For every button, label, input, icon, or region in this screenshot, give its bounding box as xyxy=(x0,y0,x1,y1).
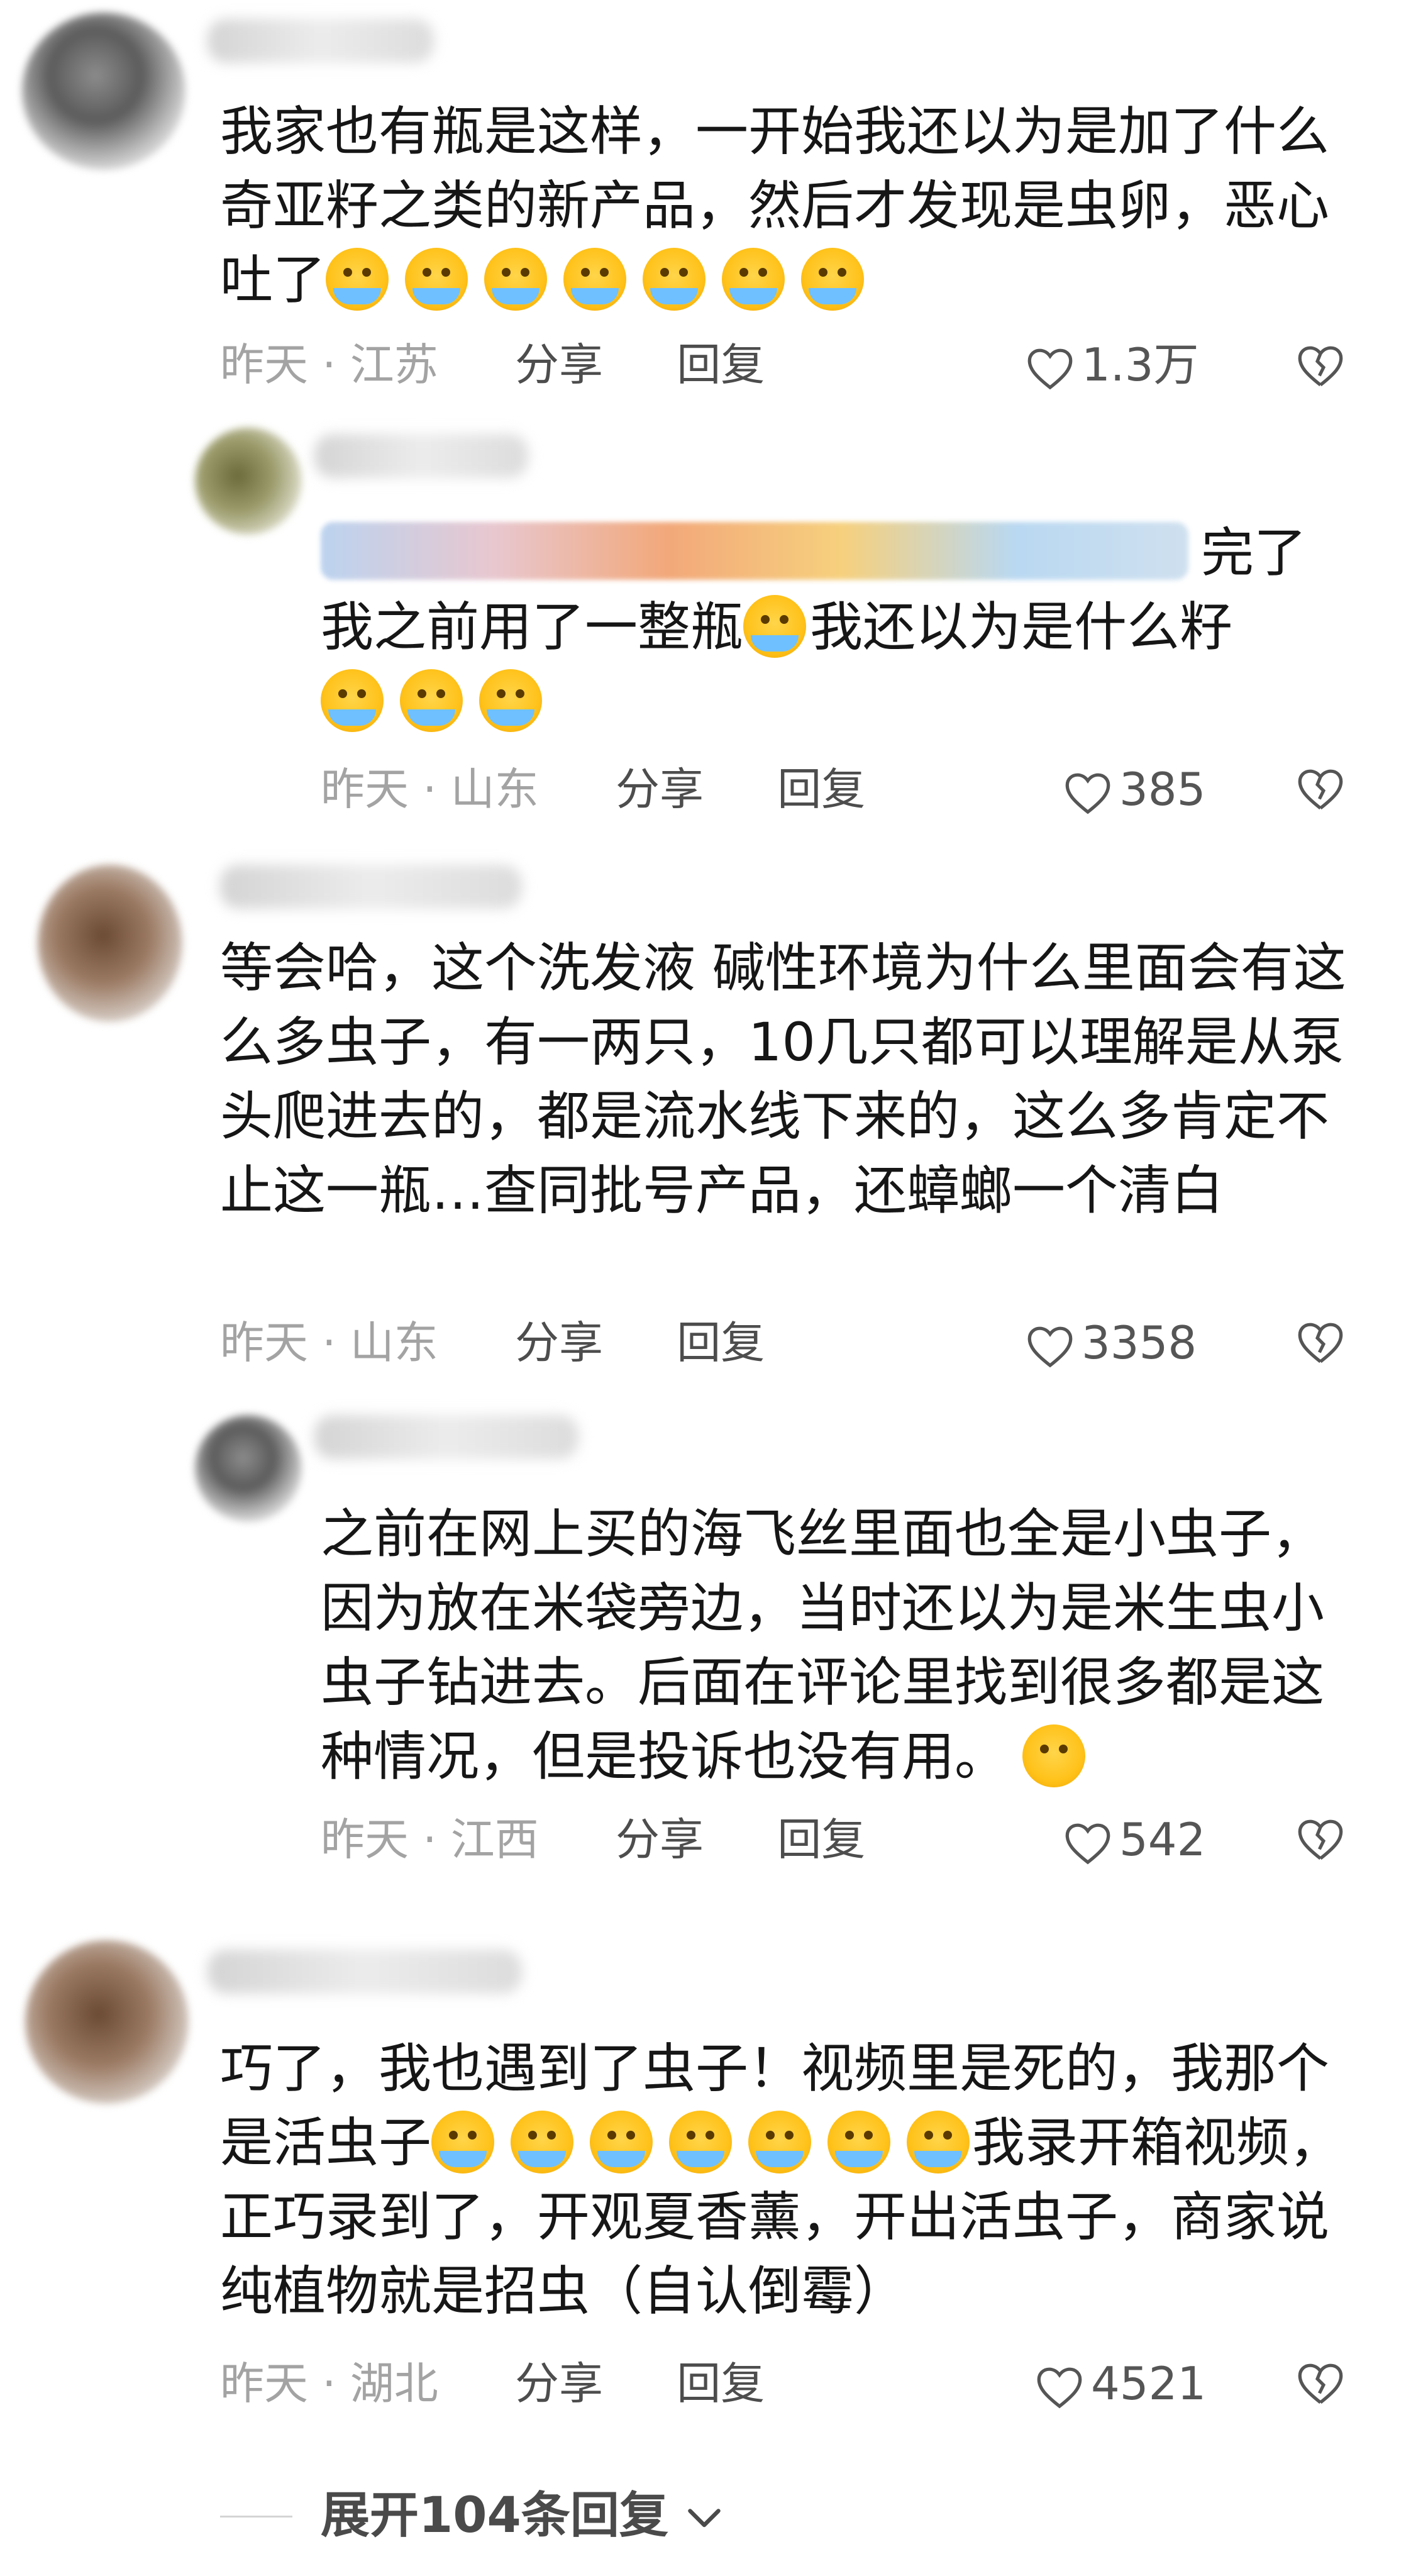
dislike-icon[interactable] xyxy=(1295,343,1346,388)
like-count: 385 xyxy=(1119,763,1206,816)
time-location: 昨天 · 山东 xyxy=(220,1317,438,1368)
comment-text: 巧了，我也遇到了虫子！视频里是死的，我那个是活虫子 我录开箱视频，正巧录到了，开观… xyxy=(220,2031,1377,2328)
crying-emoji-icon xyxy=(484,248,548,311)
crying-emoji-icon xyxy=(907,2111,970,2174)
time-location: 昨天 · 江苏 xyxy=(220,339,438,391)
avatar[interactable] xyxy=(25,1940,189,2104)
username-blurred[interactable] xyxy=(208,1950,522,1994)
crying-emoji-icon xyxy=(722,248,785,311)
comment-meta: 昨天 · 山东 分享 回复 xyxy=(321,761,865,818)
crying-emoji-icon xyxy=(827,2111,891,2174)
dislike-icon[interactable] xyxy=(1295,2360,1346,2406)
heart-icon xyxy=(1065,1824,1110,1865)
crying-emoji-icon xyxy=(669,2111,733,2174)
mention-suffix: 完了 xyxy=(1201,522,1307,584)
comment-text-content: 我之前用了一整瓶 xyxy=(321,596,744,658)
like-button[interactable]: 1.3万 xyxy=(1025,336,1199,393)
comment-text: 等会哈，这个洗发液 碱性环境为什么里面会有这么多虫子，有一两只，10几只都可以理… xyxy=(220,931,1371,1228)
comment-text: 完了 我之前用了一整瓶 我还以为是什么籽 xyxy=(321,516,1327,738)
dislike-icon[interactable] xyxy=(1295,1816,1346,1862)
comment-meta: 昨天 · 江西 分享 回复 xyxy=(321,1811,865,1868)
like-button[interactable]: 3358 xyxy=(1025,1314,1197,1371)
crying-emoji-icon xyxy=(400,669,463,732)
crying-emoji-icon xyxy=(511,2111,574,2174)
reply-button[interactable]: 回复 xyxy=(677,2358,765,2409)
heart-icon xyxy=(1065,774,1110,814)
time-location: 昨天 · 江西 xyxy=(321,1814,539,1865)
like-count: 4521 xyxy=(1091,2357,1207,2410)
dislike-icon[interactable] xyxy=(1295,766,1346,811)
chevron-down-icon xyxy=(688,2508,721,2527)
like-button[interactable]: 542 xyxy=(1063,1811,1205,1868)
crying-emoji-icon xyxy=(563,248,627,311)
like-button[interactable]: 4521 xyxy=(1034,2355,1206,2412)
share-button[interactable]: 分享 xyxy=(515,1317,603,1368)
reply-button[interactable]: 回复 xyxy=(777,763,865,815)
crying-emoji-icon xyxy=(743,595,807,658)
reply-button[interactable]: 回复 xyxy=(677,339,765,391)
avatar[interactable] xyxy=(195,1415,302,1522)
like-count: 542 xyxy=(1119,1813,1206,1866)
expand-divider xyxy=(220,2516,292,2518)
comment-meta: 昨天 · 湖北 分享 回复 xyxy=(220,2355,765,2412)
crying-emoji-icon xyxy=(801,248,865,311)
time-location: 昨天 · 山东 xyxy=(321,763,539,815)
crying-emoji-icon xyxy=(748,2111,812,2174)
pleading-emoji-icon xyxy=(1022,1724,1086,1787)
heart-icon xyxy=(1037,2368,1082,2409)
crying-emoji-icon xyxy=(321,669,384,732)
username-blurred[interactable] xyxy=(314,434,528,478)
share-button[interactable]: 分享 xyxy=(616,763,704,815)
crying-emoji-icon xyxy=(590,2111,653,2174)
comment-text-content: 之前在网上买的海飞丝里面也全是小虫子，因为放在米袋旁边，当时还以为是米生虫小虫子… xyxy=(321,1503,1325,1787)
heart-icon xyxy=(1027,1327,1073,1368)
expand-replies-button[interactable]: 展开104条回复 xyxy=(321,2484,723,2547)
avatar[interactable] xyxy=(22,13,185,170)
reply-button[interactable]: 回复 xyxy=(777,1814,865,1865)
crying-emoji-icon xyxy=(326,248,389,311)
like-count: 1.3万 xyxy=(1082,338,1199,391)
share-button[interactable]: 分享 xyxy=(515,339,603,391)
time-location: 昨天 · 湖北 xyxy=(220,2358,438,2409)
comment-text-content-2: 我还以为是什么籽 xyxy=(810,596,1233,658)
expand-replies-label: 展开104条回复 xyxy=(321,2487,668,2544)
comment-meta: 昨天 · 山东 分享 回复 xyxy=(220,1314,765,1371)
emoji-row xyxy=(326,248,880,311)
avatar[interactable] xyxy=(38,865,182,1022)
comment-text: 之前在网上买的海飞丝里面也全是小虫子，因为放在米袋旁边，当时还以为是米生虫小虫子… xyxy=(321,1497,1364,1794)
reply-button[interactable]: 回复 xyxy=(677,1317,765,1368)
comment-text-content: 等会哈，这个洗发液 碱性环境为什么里面会有这么多虫子，有一两只，10几只都可以理… xyxy=(220,937,1346,1221)
comment-meta: 昨天 · 江苏 分享 回复 xyxy=(220,336,765,393)
mention-blurred[interactable] xyxy=(321,522,1188,580)
crying-emoji-icon xyxy=(479,669,542,732)
dislike-icon[interactable] xyxy=(1295,1319,1346,1365)
username-blurred[interactable] xyxy=(220,865,522,909)
share-button[interactable]: 分享 xyxy=(515,2358,603,2409)
avatar[interactable] xyxy=(195,428,302,535)
username-blurred[interactable] xyxy=(208,19,434,63)
like-button[interactable]: 385 xyxy=(1063,761,1205,818)
heart-icon xyxy=(1027,349,1073,390)
comment-text: 我家也有瓶是这样，一开始我还以为是加了什么奇亚籽之类的新产品，然后才发现是虫卵，… xyxy=(220,94,1364,317)
share-button[interactable]: 分享 xyxy=(616,1814,704,1865)
crying-emoji-icon xyxy=(643,248,706,311)
crying-emoji-icon xyxy=(431,2111,495,2174)
username-blurred[interactable] xyxy=(314,1415,578,1459)
crying-emoji-icon xyxy=(405,248,468,311)
like-count: 3358 xyxy=(1082,1316,1197,1369)
